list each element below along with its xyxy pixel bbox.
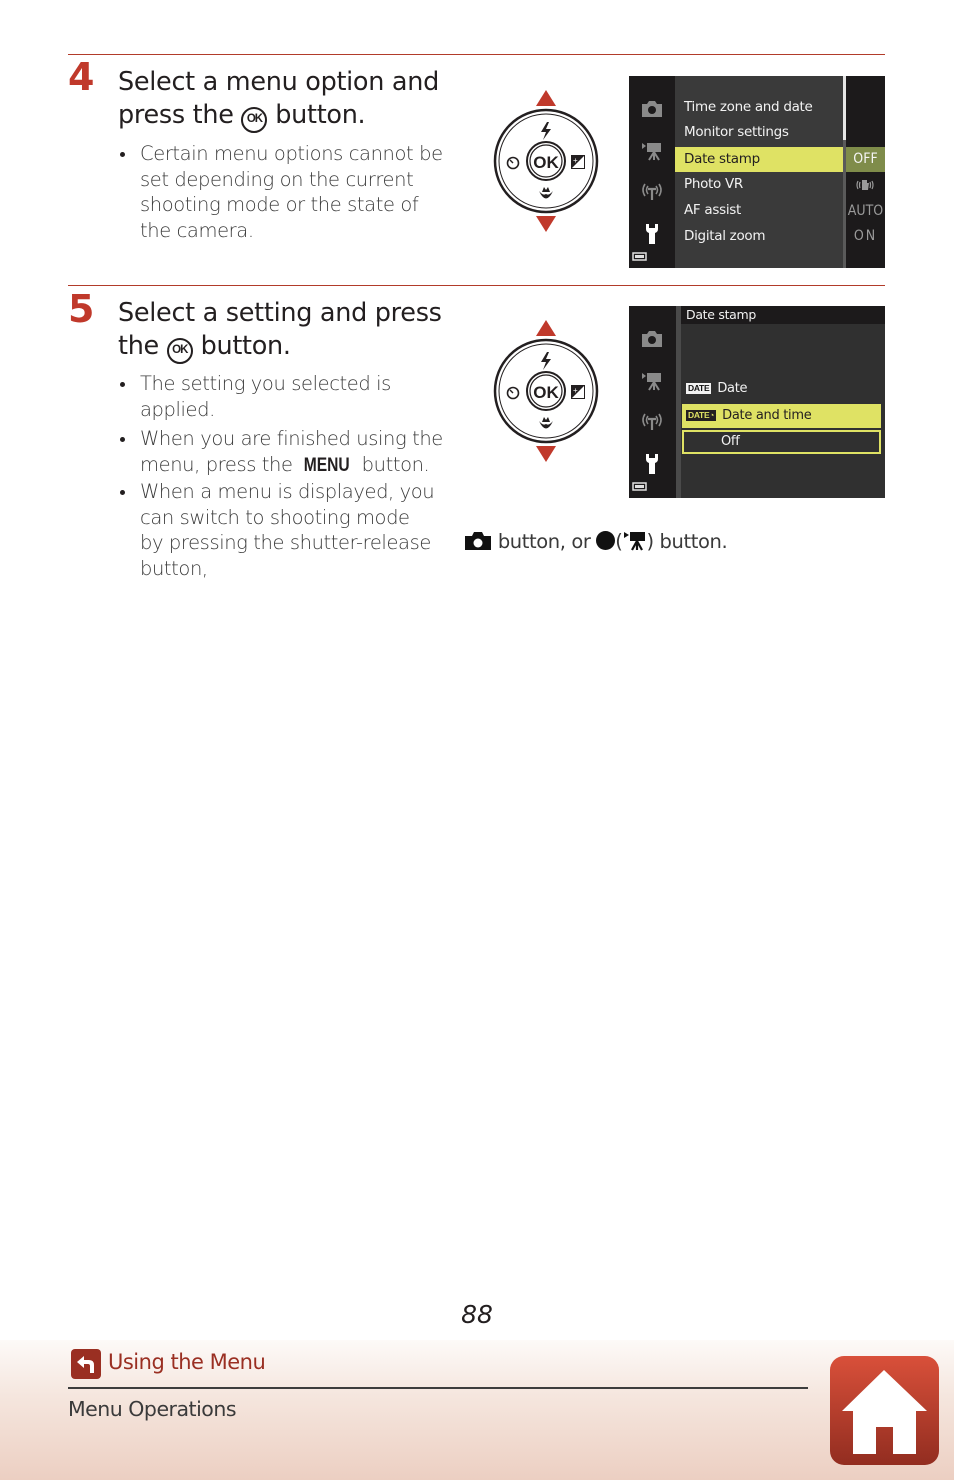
option-date-and-time[interactable]: DATE◔ Date and time — [682, 404, 881, 428]
wrench-icon — [646, 454, 658, 474]
svg-text:+: + — [573, 156, 578, 165]
battery-icon — [632, 482, 647, 491]
option-date[interactable]: DATE Date — [682, 377, 881, 401]
subsection-label: Menu Operations — [68, 1397, 237, 1421]
note-item: Certain menu options cannot be set depen… — [118, 141, 448, 243]
menu-list: Time zone and date Monitor settings Date… — [675, 76, 843, 268]
screen-header: Date stamp — [681, 306, 885, 324]
home-icon — [842, 1370, 927, 1454]
movie-icon — [642, 143, 661, 161]
note-text: The setting you selected is applied. — [140, 372, 391, 421]
vr-icon — [856, 180, 874, 190]
down-arrow-icon — [536, 216, 556, 232]
menu-item-monitor-settings[interactable]: Monitor settings — [675, 120, 843, 145]
menu-sidebar — [629, 306, 675, 498]
step-title-line1: Select a menu option and — [118, 67, 439, 97]
ok-label: OK — [533, 383, 559, 402]
section-divider — [68, 54, 885, 55]
option-label: Date and time — [722, 408, 812, 423]
step-title: Select a setting and press the OK button… — [118, 297, 442, 364]
note-text: button, or — [497, 530, 591, 553]
multi-selector-diagram: OK + — [493, 320, 599, 462]
camera-icon — [642, 101, 662, 117]
multi-selector-diagram: OK + — [493, 90, 599, 232]
date-icon: DATE — [686, 383, 712, 394]
option-label: Date — [717, 381, 748, 396]
step-title-post: button. — [200, 331, 291, 361]
note-text: When a menu is displayed, you can switch… — [140, 480, 435, 580]
back-link-icon[interactable] — [71, 1349, 101, 1379]
step-notes: Certain menu options cannot be set depen… — [118, 141, 448, 247]
wrench-icon — [646, 224, 658, 244]
menu-item-digital-zoom[interactable]: Digital zoom — [675, 224, 843, 249]
section-divider — [68, 285, 885, 286]
step-notes: The setting you selected is applied. Whe… — [118, 371, 448, 482]
menu-item-photo-vr[interactable]: Photo VR — [675, 172, 843, 197]
ok-label: OK — [533, 153, 559, 172]
up-arrow-icon — [536, 320, 556, 336]
svg-text:+: + — [573, 386, 578, 395]
menu-button-label: MENU — [304, 453, 351, 476]
step-title-post: button. — [275, 100, 366, 130]
step-title-pre: the — [118, 331, 159, 361]
step-title-pre: press the — [118, 100, 234, 130]
step-title: Select a menu option and press the OK bu… — [118, 66, 439, 133]
menu-item-date-stamp[interactable]: Date stamp — [675, 147, 843, 172]
exposure-compensation-icon: + — [571, 385, 585, 399]
note-text: button. — [361, 452, 430, 476]
ok-button-icon: OK — [166, 338, 193, 364]
movie-record-button-icon — [596, 531, 616, 550]
footer-divider — [68, 1387, 808, 1389]
digital-zoom-value: ON — [853, 228, 878, 244]
return-arrow-icon — [77, 1356, 94, 1373]
scrollbar-thumb[interactable] — [843, 76, 846, 140]
ok-button-icon: OK — [241, 107, 268, 133]
camera-icon — [642, 331, 662, 347]
note-continuation: button, or ( ) button. — [464, 529, 728, 555]
section-link-using-the-menu[interactable]: Using the Menu — [108, 1350, 266, 1374]
date-time-icon: DATE◔ — [686, 410, 717, 421]
menu-sidebar — [629, 76, 675, 268]
movie-icon — [642, 373, 661, 391]
battery-icon — [632, 252, 647, 261]
date-stamp-value: OFF — [846, 147, 885, 172]
down-arrow-icon — [536, 446, 556, 462]
option-off[interactable]: Off — [682, 430, 881, 454]
camera-screen-setup-menu: Time zone and date Monitor settings Date… — [629, 76, 885, 268]
note-text: ( — [615, 530, 623, 553]
exposure-compensation-icon: + — [571, 155, 585, 169]
note-item: The setting you selected is applied. — [118, 371, 448, 422]
page-number: 88 — [461, 1300, 493, 1329]
step-title-line1: Select a setting and press — [118, 298, 442, 328]
wireless-icon — [642, 183, 662, 200]
note-item: When you are finished using the menu, pr… — [118, 426, 448, 478]
camera-button-icon — [465, 532, 491, 550]
step-number: 4 — [68, 55, 95, 99]
home-button[interactable] — [830, 1356, 939, 1465]
note-text: ) button. — [646, 530, 728, 553]
menu-item-af-assist[interactable]: AF assist — [675, 198, 843, 223]
up-arrow-icon — [536, 90, 556, 106]
step-number: 5 — [68, 287, 95, 331]
camera-screen-date-stamp: Date stamp DATE Date DATE◔ Date and time O… — [629, 306, 885, 498]
wireless-icon — [642, 413, 662, 430]
movie-icon — [623, 532, 645, 551]
af-assist-value: AUTO — [847, 203, 884, 219]
menu-item-time-zone[interactable]: Time zone and date — [675, 95, 843, 120]
